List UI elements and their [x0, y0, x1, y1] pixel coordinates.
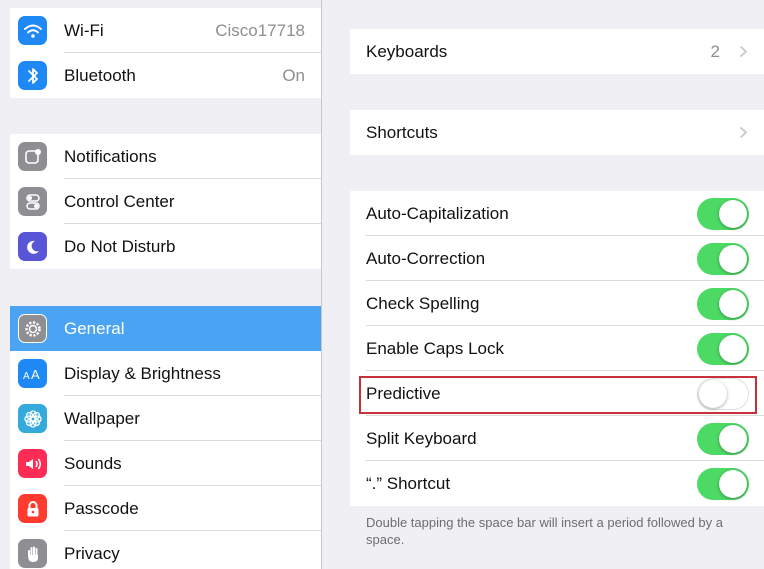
toggle-knob [719, 245, 747, 273]
toggle-row-label: Enable Caps Lock [366, 339, 504, 358]
toggle-knob [699, 380, 727, 408]
sidebar-item-privacy[interactable]: Privacy [10, 531, 321, 569]
keyboards-label: Keyboards [366, 42, 448, 61]
chevron-right-icon [739, 126, 748, 139]
predictive-row: Predictive [350, 371, 764, 416]
split-keyboard-row: Split Keyboard [350, 416, 764, 461]
toggle-row-label: Auto-Capitalization [366, 204, 509, 223]
check-spelling-toggle[interactable] [697, 288, 749, 320]
display-icon: AA [18, 359, 47, 388]
predictive-toggle[interactable] [697, 378, 749, 410]
check-spelling-row: Check Spelling [350, 281, 764, 326]
toggle-row-label: Predictive [366, 384, 441, 403]
svg-text:A: A [23, 371, 30, 381]
sidebar-item-label: Do Not Disturb [64, 237, 176, 256]
sidebar-item-label: Sounds [64, 454, 122, 473]
sidebar-item-label: Privacy [64, 544, 120, 563]
keyboard-options-group: Auto-Capitalization Auto-Correction Chec… [350, 191, 764, 506]
sidebar-item-display-brightness[interactable]: AA Display & Brightness [10, 351, 321, 396]
auto-correction-toggle[interactable] [697, 243, 749, 275]
bluetooth-icon [18, 61, 47, 90]
toggle-row-label: Check Spelling [366, 294, 480, 313]
sounds-icon [18, 449, 47, 478]
sidebar-item-label: Passcode [64, 499, 139, 518]
sidebar-item-label: General [64, 319, 125, 338]
sidebar-item-do-not-disturb[interactable]: Do Not Disturb [10, 224, 321, 269]
period-shortcut-footnote: Double tapping the space bar will insert… [366, 515, 723, 547]
hand-icon [18, 539, 47, 568]
shortcuts-row[interactable]: Shortcuts [350, 110, 764, 155]
wallpaper-icon [18, 404, 47, 433]
sidebar-item-passcode[interactable]: Passcode [10, 486, 321, 531]
moon-icon [18, 232, 47, 261]
notifications-icon [18, 142, 47, 171]
gear-icon [18, 314, 47, 343]
enable-caps-lock-row: Enable Caps Lock [350, 326, 764, 371]
auto-correction-row: Auto-Correction [350, 236, 764, 281]
sidebar-item-label: Bluetooth [64, 66, 136, 85]
sidebar-item-label: Notifications [64, 147, 157, 166]
toggle-knob [719, 425, 747, 453]
toggle-knob [719, 335, 747, 363]
toggle-row-label: Split Keyboard [366, 429, 477, 448]
toggle-knob [719, 470, 747, 498]
keyboard-settings-panel: Keyboards 2 Shortcuts Auto-Capitalizatio… [322, 0, 764, 569]
chevron-right-icon [739, 45, 748, 58]
bluetooth-status-value: On [282, 66, 305, 85]
sidebar-item-bluetooth[interactable]: Bluetooth On [10, 53, 321, 98]
toggle-row-label: Auto-Correction [366, 249, 486, 268]
auto-capitalization-toggle[interactable] [697, 198, 749, 230]
sidebar-item-label: Wallpaper [64, 409, 140, 428]
split-keyboard-toggle[interactable] [697, 423, 749, 455]
period-shortcut-toggle[interactable] [697, 468, 749, 500]
shortcuts-label: Shortcuts [366, 123, 438, 142]
toggle-knob [719, 200, 747, 228]
period-shortcut-row: “.” Shortcut [350, 461, 764, 506]
toggle-knob [719, 290, 747, 318]
sidebar-item-control-center[interactable]: Control Center [10, 179, 321, 224]
sidebar-item-label: Wi-Fi [64, 21, 104, 40]
sidebar-item-general[interactable]: General [10, 306, 321, 351]
sidebar-item-label: Control Center [64, 192, 175, 211]
wifi-icon [18, 16, 47, 45]
sidebar-item-wifi[interactable]: Wi-Fi Cisco17718 [10, 8, 321, 53]
sidebar-item-notifications[interactable]: Notifications [10, 134, 321, 179]
keyboards-group: Keyboards 2 [350, 29, 764, 74]
toggle-row-label: “.” Shortcut [366, 474, 451, 493]
settings-sidebar: Wi-Fi Cisco17718 Bluetooth On Notificati… [10, 0, 321, 569]
sidebar-item-wallpaper[interactable]: Wallpaper [10, 396, 321, 441]
keyboards-row[interactable]: Keyboards 2 [350, 29, 764, 74]
sidebar-item-sounds[interactable]: Sounds [10, 441, 321, 486]
enable-caps-lock-toggle[interactable] [697, 333, 749, 365]
svg-text:A: A [31, 367, 40, 381]
control-center-icon [18, 187, 47, 216]
shortcuts-group: Shortcuts [350, 110, 764, 155]
wifi-network-value: Cisco17718 [215, 21, 305, 40]
sidebar-item-label: Display & Brightness [64, 364, 221, 383]
lock-icon [18, 494, 47, 523]
auto-capitalization-row: Auto-Capitalization [350, 191, 764, 236]
keyboards-count: 2 [710, 42, 720, 61]
